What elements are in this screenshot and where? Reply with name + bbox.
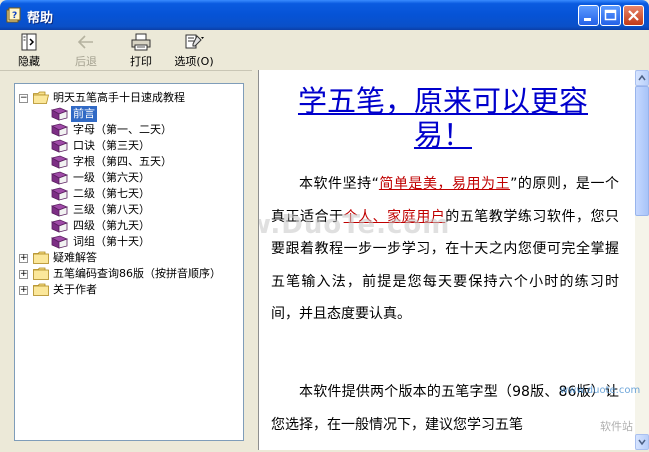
help-book-icon: ? xyxy=(6,7,21,23)
toolbar: 隐藏 后退 打印 选项(O) xyxy=(0,30,649,71)
tree-item-label: 口诀（第三天） xyxy=(73,139,150,152)
tree-item-label: 字根（第四、五天） xyxy=(73,155,172,168)
tree-item-label-selected: 前言 xyxy=(71,106,97,122)
book-icon xyxy=(51,203,68,217)
scroll-down-button[interactable] xyxy=(635,434,649,450)
minimize-icon xyxy=(584,18,591,21)
maximize-icon xyxy=(604,9,617,21)
tree-item-label: 二级（第七天） xyxy=(73,187,150,200)
options-label: 选项(O) xyxy=(174,55,214,68)
minimize-button[interactable] xyxy=(578,5,599,26)
scroll-up-button[interactable] xyxy=(635,70,649,86)
book-icon xyxy=(51,107,68,121)
collapse-icon[interactable]: − xyxy=(19,94,28,103)
corner-watermark-label: 软件站 xyxy=(600,420,633,433)
expand-icon[interactable]: + xyxy=(19,286,28,295)
book-icon xyxy=(51,219,68,233)
title-bar: ? 帮助 xyxy=(0,0,649,30)
tree-item-label: 一级（第六天） xyxy=(73,171,150,184)
print-label: 打印 xyxy=(130,55,152,68)
back-arrow-icon xyxy=(77,35,93,49)
page-title: 学五笔，原来可以更容 易！ xyxy=(263,84,623,152)
tree-item-chapter[interactable]: 口诀（第三天） xyxy=(15,138,241,154)
back-button[interactable]: 后退 xyxy=(72,32,100,68)
back-label: 后退 xyxy=(75,55,97,68)
corner-watermark: www.duote.com xyxy=(560,385,641,396)
open-folder-icon xyxy=(33,91,49,104)
tree-item-label: 疑难解答 xyxy=(53,251,97,264)
hide-label: 隐藏 xyxy=(18,55,40,68)
printer-icon xyxy=(131,33,151,51)
scroll-thumb[interactable] xyxy=(635,86,649,216)
tree-item-chapter[interactable]: 一级（第六天） xyxy=(15,170,241,186)
tree-root-item[interactable]: − 明天五笔高手十日速成教程 xyxy=(15,90,241,106)
tree-item-chapter[interactable]: 四级（第九天） xyxy=(15,218,241,234)
book-icon xyxy=(51,139,68,153)
book-icon xyxy=(51,235,68,249)
close-icon xyxy=(628,10,639,21)
folder-icon xyxy=(33,267,49,280)
book-icon xyxy=(51,187,68,201)
svg-text:?: ? xyxy=(12,11,17,21)
tree-item-label: 五笔编码查询86版（按拼音顺序） xyxy=(53,267,221,280)
book-icon xyxy=(51,171,68,185)
tree-item-chapter[interactable]: 二级（第七天） xyxy=(15,186,241,202)
tree-item-label: 字母（第一、二天） xyxy=(73,123,172,136)
page-title-line1: 学五笔，原来可以更容 xyxy=(297,84,588,118)
tree-item-label: 四级（第九天） xyxy=(73,219,150,232)
tree-item-label: 词组（第十天） xyxy=(73,235,150,248)
close-button[interactable] xyxy=(623,5,644,26)
simple-is-beauty-link[interactable]: 简单是美，易用为王 xyxy=(379,176,510,192)
expand-icon[interactable]: + xyxy=(19,254,28,263)
tree-root-label: 明天五笔高手十日速成教程 xyxy=(53,91,185,104)
options-icon xyxy=(185,34,204,49)
tree-item-chapter[interactable]: 词组（第十天） xyxy=(15,234,241,250)
tree-item-about-author[interactable]: + 关于作者 xyxy=(15,282,241,298)
tree-item-label: 关于作者 xyxy=(53,283,97,296)
arrow-up-icon xyxy=(638,74,646,81)
intro-paragraph: 本软件坚持“简单是美，易用为王”的原则，是一个真正适合于个人、家庭用户的五笔教学… xyxy=(271,168,619,331)
folder-icon xyxy=(33,251,49,264)
maximize-button[interactable] xyxy=(600,5,621,26)
print-button[interactable]: 打印 xyxy=(127,32,155,68)
window-title: 帮助 xyxy=(27,11,54,26)
paragraph-text: 本软件坚持“ xyxy=(299,176,379,192)
tree-item-code-lookup[interactable]: + 五笔编码查询86版（按拼音顺序） xyxy=(15,266,241,282)
watermark: www.DuoTe.com xyxy=(259,210,451,240)
options-button[interactable]: 选项(O) xyxy=(172,32,216,68)
hide-button[interactable]: 隐藏 xyxy=(14,32,44,68)
hide-pane-icon xyxy=(21,33,37,51)
tree-item-chapter[interactable]: 三级（第八天） xyxy=(15,202,241,218)
tree-item-troubleshooting[interactable]: + 疑难解答 xyxy=(15,250,241,266)
tree-item-chapter[interactable]: 字母（第一、二天） xyxy=(15,122,241,138)
tree-item-chapter[interactable]: 字根（第四、五天） xyxy=(15,154,241,170)
expand-icon[interactable]: + xyxy=(19,270,28,279)
arrow-down-icon xyxy=(638,439,646,446)
book-icon xyxy=(51,123,68,137)
contents-tree: − 明天五笔高手十日速成教程 前言 字母（第一、二天） 口诀（第三天） 字根（第… xyxy=(14,83,244,441)
book-icon xyxy=(51,155,68,169)
tree-item-label: 三级（第八天） xyxy=(73,203,150,216)
tree-item-chapter[interactable]: 前言 xyxy=(15,106,241,122)
page-title-line2: 易！ xyxy=(413,118,472,152)
folder-icon xyxy=(33,283,49,296)
